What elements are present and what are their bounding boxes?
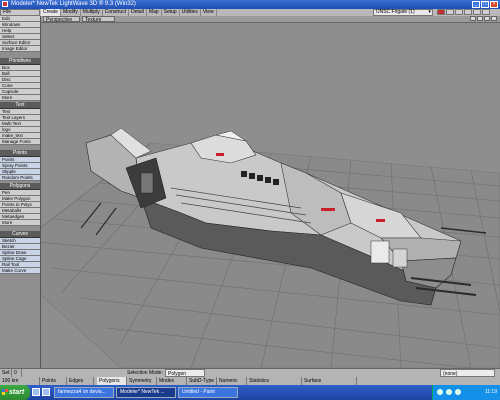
- manage-fonts-button[interactable]: Manage Fonts: [0, 139, 40, 145]
- clock: 11:19: [484, 389, 497, 395]
- chevron-down-icon: ▾: [428, 9, 431, 15]
- symmetry-button[interactable]: Symmetry: [127, 377, 157, 385]
- layer-buttons: [437, 9, 490, 15]
- polygons-section: Polygons Pen Make Polygon Points to Poly…: [0, 183, 40, 226]
- text-section: Text Text Text Layers Multi Text logo ma…: [0, 102, 40, 145]
- layer-5-button[interactable]: [473, 9, 481, 15]
- make-curve-tool[interactable]: Make Curve: [0, 268, 40, 274]
- statistics-button[interactable]: Statistics: [247, 377, 302, 385]
- numeric-button[interactable]: Numeric: [217, 377, 247, 385]
- object-select-value: UNSC Frigate (1): [376, 9, 415, 15]
- points-header: Points: [0, 150, 40, 157]
- tool-sidebar: Edit Windows Help Select Surface Editor …: [0, 16, 41, 368]
- start-button[interactable]: start: [0, 385, 30, 400]
- tray-security-icon[interactable]: [455, 389, 461, 395]
- minimize-button[interactable]: _: [472, 1, 480, 8]
- maximize-viewport-icon[interactable]: [491, 16, 497, 21]
- layer-6-button[interactable]: [482, 9, 490, 15]
- viewport-controls: [470, 16, 497, 21]
- view-mode-dropdown[interactable]: Perspective: [43, 16, 80, 23]
- browser-icon[interactable]: [32, 388, 40, 396]
- random-points-tool[interactable]: Random Points: [0, 175, 40, 181]
- layer-4-button[interactable]: [464, 9, 472, 15]
- zoom-icon[interactable]: [484, 16, 490, 21]
- tab-map[interactable]: Map: [147, 9, 162, 16]
- taskbar-item-paint[interactable]: Untitled - Paint: [178, 387, 238, 398]
- taskbar-item-browser[interactable]: farmezza4 on devia...: [54, 387, 114, 398]
- layer-2-button[interactable]: [446, 9, 454, 15]
- selection-count-value: 0: [12, 369, 22, 377]
- viewport-canvas[interactable]: [41, 23, 500, 368]
- tray-volume-icon[interactable]: [446, 389, 452, 395]
- layer-3-button[interactable]: [455, 9, 463, 15]
- sidebar-item-image-editor[interactable]: Image Editor: [0, 46, 40, 52]
- main-tabs: Create Modify Multiply Construct Detail …: [41, 9, 217, 16]
- object-select-dropdown[interactable]: UNSC Frigate (1) ▾: [373, 9, 433, 16]
- tab-create[interactable]: Create: [41, 9, 62, 16]
- tab-detail[interactable]: Detail: [129, 9, 147, 16]
- status-row-bottom: 100 km Points Edges Polygons Symmetry Mo…: [0, 377, 500, 385]
- more-polygons-menu[interactable]: More: [0, 220, 40, 226]
- system-tray: 11:19: [432, 385, 500, 400]
- tab-modify[interactable]: Modify: [61, 9, 81, 16]
- more-primitives-menu[interactable]: More: [0, 95, 40, 101]
- title-bar: Modeler* NewTek LightWave 3D ® 9.3 (Win3…: [0, 0, 500, 9]
- subd-type-button[interactable]: SubD-Type: [187, 377, 217, 385]
- tab-view[interactable]: View: [201, 9, 217, 16]
- window-controls: _ □ ×: [472, 1, 498, 8]
- window-title: Modeler* NewTek LightWave 3D ® 9.3 (Win3…: [11, 1, 136, 7]
- selection-mode-label: Selection Mode:: [127, 370, 163, 376]
- file-menu[interactable]: File: [0, 9, 40, 16]
- close-button[interactable]: ×: [490, 1, 498, 8]
- quick-launch: [32, 388, 50, 396]
- polygons-header: Polygons: [0, 183, 40, 190]
- tab-multiply[interactable]: Multiply: [81, 9, 103, 16]
- rotate-icon[interactable]: [477, 16, 483, 21]
- tab-utilities[interactable]: Utilities: [180, 9, 201, 16]
- perspective-viewport[interactable]: [41, 23, 500, 368]
- grid-size-readout: 100 km: [0, 377, 40, 385]
- pan-icon[interactable]: [470, 16, 476, 21]
- viewport-header: Perspective Texture: [41, 16, 500, 23]
- curves-header: Curves: [0, 231, 40, 238]
- taskbar-item-modeler[interactable]: Modeler* NewTek ...: [116, 387, 176, 398]
- selection-count-label: Sel:: [2, 369, 12, 377]
- curves-section: Curves Sketch Bezier Spline Draw Spline …: [0, 231, 40, 274]
- maximize-button[interactable]: □: [481, 1, 489, 8]
- tab-setup[interactable]: Setup: [162, 9, 180, 16]
- polygons-mode-button[interactable]: Polygons: [97, 377, 127, 385]
- tab-construct[interactable]: Construct: [103, 9, 130, 16]
- status-bar: Sel: 0 Selection Mode: Polygon (none) 10…: [0, 368, 500, 386]
- layer-1-button[interactable]: [437, 9, 445, 15]
- primitives-header: Primitives: [0, 58, 40, 65]
- points-mode-button[interactable]: Points: [40, 377, 67, 385]
- render-mode-dropdown[interactable]: Texture: [82, 16, 115, 23]
- primitives-section: Primitives Box Ball Disc Cone Capsule Mo…: [0, 58, 40, 101]
- layer-select-dropdown[interactable]: (none): [440, 369, 495, 377]
- selection-mode-value[interactable]: Polygon: [165, 369, 205, 377]
- lightwave-app-icon: [2, 1, 8, 7]
- sidebar-menus: Edit Windows Help Select Surface Editor …: [0, 16, 40, 52]
- windows-taskbar: start farmezza4 on devia... Modeler* New…: [0, 385, 500, 400]
- tray-network-icon[interactable]: [437, 389, 443, 395]
- status-row-top: Sel: 0 Selection Mode: Polygon (none): [0, 369, 500, 377]
- surface-button[interactable]: Surface: [302, 377, 357, 385]
- start-label: start: [9, 389, 25, 396]
- windows-logo-icon: [2, 389, 8, 395]
- points-section: Points Points Spray Points Stipple Rando…: [0, 150, 40, 181]
- text-header: Text: [0, 102, 40, 109]
- modes-button[interactable]: Modes: [157, 377, 187, 385]
- desktop-icon[interactable]: [42, 388, 50, 396]
- edges-mode-button[interactable]: Edges: [67, 377, 94, 385]
